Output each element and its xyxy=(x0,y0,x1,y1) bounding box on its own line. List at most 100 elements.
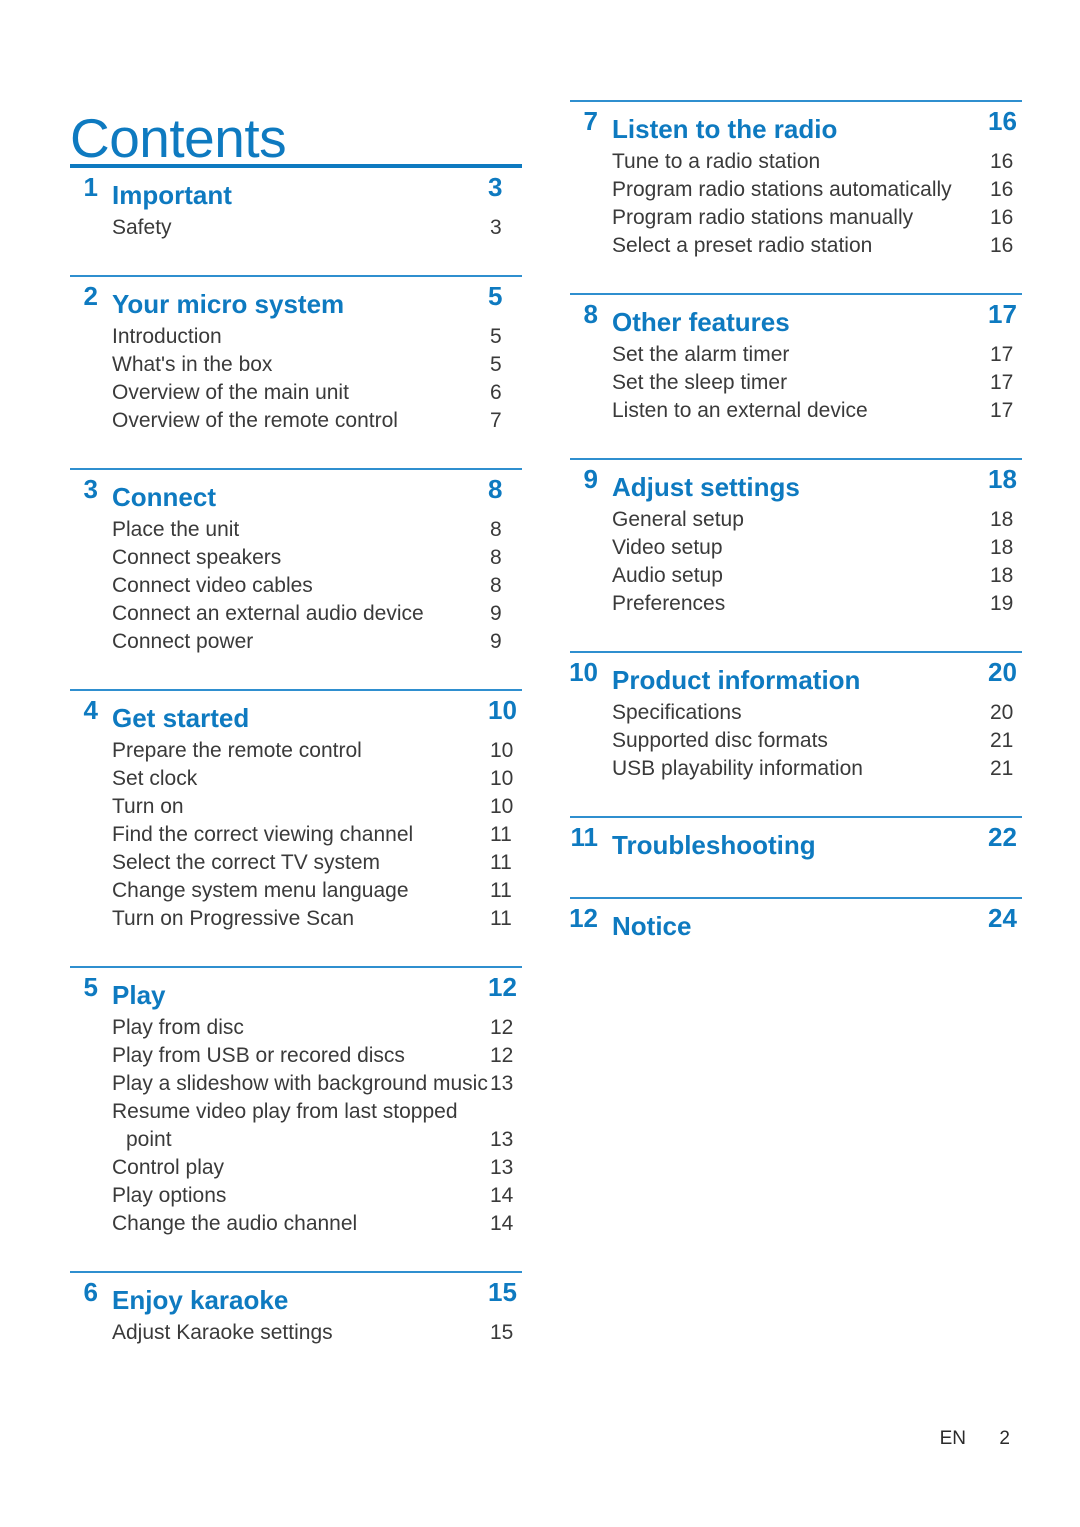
section-title: Product information xyxy=(612,665,861,695)
entry-label: Video setup xyxy=(612,536,723,559)
entry-label: Place the unit xyxy=(112,518,240,541)
entry-label: Select a preset radio station xyxy=(612,234,873,257)
entry-label: Connect an external audio device xyxy=(112,602,424,625)
toc-section-heading-play[interactable]: 5 Play 12 xyxy=(70,968,522,1014)
toc-entry-play-from-disc[interactable]: Play from disc 12 xyxy=(70,1014,522,1042)
toc-section-heading-get-started[interactable]: 4 Get started 10 xyxy=(70,691,522,737)
toc-entry-overview-of-the-remote-control[interactable]: Overview of the remote control 7 xyxy=(70,407,522,435)
toc-entry-video-setup[interactable]: Video setup 18 xyxy=(570,534,1022,562)
toc-entry-play-a-slideshow-with-background-music[interactable]: Play a slideshow with background music 13 xyxy=(70,1070,522,1098)
entry-label: Play options xyxy=(112,1184,227,1207)
toc-section-heading-your-micro-system[interactable]: 2 Your micro system 5 xyxy=(70,277,522,323)
toc-section-connect: 3 Connect 8 Place the unit 8 Connect speakers… xyxy=(70,468,522,689)
footer-language: EN xyxy=(939,1428,966,1449)
section-number: 1 xyxy=(83,172,98,202)
toc-entry-general-setup[interactable]: General setup 18 xyxy=(570,506,1022,534)
toc-entry-introduction[interactable]: Introduction 5 xyxy=(70,323,522,351)
toc-entry-audio-setup[interactable]: Audio setup 18 xyxy=(570,562,1022,590)
entry-label: Preferences xyxy=(612,592,726,615)
toc-entry-tune-to-a-radio-station[interactable]: Tune to a radio station 16 xyxy=(570,148,1022,176)
toc-entry-find-the-correct-viewing-channel[interactable]: Find the correct viewing channel 11 xyxy=(70,821,522,849)
toc-entry-what-s-in-the-box[interactable]: What's in the box 5 xyxy=(70,351,522,379)
section-number: 6 xyxy=(83,1277,98,1307)
toc-section-heading-troubleshooting[interactable]: 11 Troubleshooting 22 xyxy=(570,818,1022,864)
entry-label: General setup xyxy=(612,508,744,531)
toc-entry-preferences[interactable]: Preferences 19 xyxy=(570,590,1022,618)
section-title: Get started xyxy=(112,703,250,733)
toc-entry-prepare-the-remote-control[interactable]: Prepare the remote control 10 xyxy=(70,737,522,765)
entry-label: Play from USB or recored discs xyxy=(112,1044,405,1067)
toc-entry-adjust-karaoke-settings[interactable]: Adjust Karaoke settings 15 xyxy=(70,1319,522,1347)
section-title: Notice xyxy=(612,911,692,941)
toc-entry-overview-of-the-main-unit[interactable]: Overview of the main unit 6 xyxy=(70,379,522,407)
entry-label: Connect power xyxy=(112,630,254,653)
toc-section-get-started: 4 Get started 10 Prepare the remote control… xyxy=(70,689,522,966)
entry-label: Overview of the main unit xyxy=(112,381,349,404)
entry-label: point xyxy=(126,1128,172,1151)
toc-entry-control-play[interactable]: Control play 13 xyxy=(70,1154,522,1182)
toc-section-heading-notice[interactable]: 12 Notice 24 xyxy=(569,899,1022,945)
toc-entry-resume-video-play-from-last-stopped[interactable]: Resume video play from last stopped xyxy=(70,1098,522,1126)
toc-entry-change-the-audio-channel[interactable]: Change the audio channel 14 xyxy=(70,1210,522,1238)
toc-section-product-information: 10 Product information 20 Specifications 20 S… xyxy=(569,651,1022,816)
toc-entry-play-options[interactable]: Play options 14 xyxy=(70,1182,522,1210)
toc-entry-usb-playability-information[interactable]: USB playability information 21 xyxy=(570,755,1022,783)
toc-entry-select-a-preset-radio-station[interactable]: Select a preset radio station 16 xyxy=(570,232,1022,260)
toc-section-other-features: 8 Other features 17 Set the alarm timer 17 Se… xyxy=(570,293,1022,458)
toc-entry-connect-power[interactable]: Connect power 9 xyxy=(70,628,522,656)
toc-entry-program-radio-stations-manually[interactable]: Program radio stations manually 16 xyxy=(570,204,1022,232)
section-number: 2 xyxy=(83,281,98,311)
section-number: 10 xyxy=(569,657,598,687)
toc-section-notice: 12 Notice 24 xyxy=(569,897,1022,978)
toc-entry-place-the-unit[interactable]: Place the unit 8 xyxy=(70,516,522,544)
toc-entry-connect-video-cables[interactable]: Connect video cables 8 xyxy=(70,572,522,600)
entry-label: Prepare the remote control xyxy=(112,739,362,762)
toc-section-heading-enjoy-karaoke[interactable]: 6 Enjoy karaoke 15 xyxy=(70,1273,522,1319)
page-title: Contents xyxy=(70,106,287,169)
section-title: Adjust settings xyxy=(612,472,800,502)
toc-entry-turn-on[interactable]: Turn on 10 xyxy=(70,793,522,821)
section-number: 3 xyxy=(83,474,98,504)
toc-entry-connect-speakers[interactable]: Connect speakers 8 xyxy=(70,544,522,572)
toc-section-heading-connect[interactable]: 3 Connect 8 xyxy=(70,470,522,516)
toc-entry-change-system-menu-language[interactable]: Change system menu language 11 xyxy=(70,877,522,905)
toc-section-enjoy-karaoke: 6 Enjoy karaoke 15 Adjust Karaoke settings 1… xyxy=(70,1271,522,1380)
toc-section-heading-adjust-settings[interactable]: 9 Adjust settings 18 xyxy=(570,460,1022,506)
footer-page-number: 2 xyxy=(999,1428,1010,1449)
toc-entry-safety[interactable]: Safety 3 xyxy=(70,214,522,242)
section-title: Enjoy karaoke xyxy=(112,1285,289,1315)
entry-label: Adjust Karaoke settings xyxy=(112,1321,333,1344)
toc-entry-set-the-sleep-timer[interactable]: Set the sleep timer 17 xyxy=(570,369,1022,397)
toc-entry-program-radio-stations-automatically[interactable]: Program radio stations automatically 16 xyxy=(570,176,1022,204)
toc-section-heading-listen-to-the-radio[interactable]: 7 Listen to the radio 16 xyxy=(570,102,1022,148)
toc-column-right: 7 Listen to the radio 16 Tune to a radio st… xyxy=(569,100,1022,978)
toc-section-heading-important[interactable]: 1 Important 3 xyxy=(70,168,522,214)
entry-label: Program radio stations automatically xyxy=(612,178,952,201)
toc-entry-listen-to-an-external-device[interactable]: Listen to an external device 17 xyxy=(570,397,1022,425)
toc-entry-play-from-usb-or-recored-discs[interactable]: Play from USB or recored discs 12 xyxy=(70,1042,522,1070)
entry-label: Connect speakers xyxy=(112,546,282,569)
toc-section-troubleshooting: 11 Troubleshooting 22 xyxy=(570,816,1022,897)
toc-entry-turn-on-progressive-scan[interactable]: Turn on Progressive Scan 11 xyxy=(70,905,522,933)
toc-entry-connect-an-external-audio-device[interactable]: Connect an external audio device 9 xyxy=(70,600,522,628)
entry-label: Safety xyxy=(112,216,172,239)
toc-entry-point[interactable]: point 13 xyxy=(70,1126,522,1154)
page-footer: EN 2 xyxy=(0,1428,1010,1450)
entry-label: Overview of the remote control xyxy=(112,409,398,432)
toc-entry-set-the-alarm-timer[interactable]: Set the alarm timer 17 xyxy=(570,341,1022,369)
toc-section-heading-other-features[interactable]: 8 Other features 17 xyxy=(570,295,1022,341)
toc-section-heading-product-information[interactable]: 10 Product information 20 xyxy=(569,653,1022,699)
toc-entry-specifications[interactable]: Specifications 20 xyxy=(570,699,1022,727)
toc-entry-set-clock[interactable]: Set clock 10 xyxy=(70,765,522,793)
section-title: Other features xyxy=(612,307,790,337)
toc-entry-select-the-correct-tv-system[interactable]: Select the correct TV system 11 xyxy=(70,849,522,877)
section-number: 9 xyxy=(583,464,598,494)
toc-entry-supported-disc-formats[interactable]: Supported disc formats 21 xyxy=(570,727,1022,755)
